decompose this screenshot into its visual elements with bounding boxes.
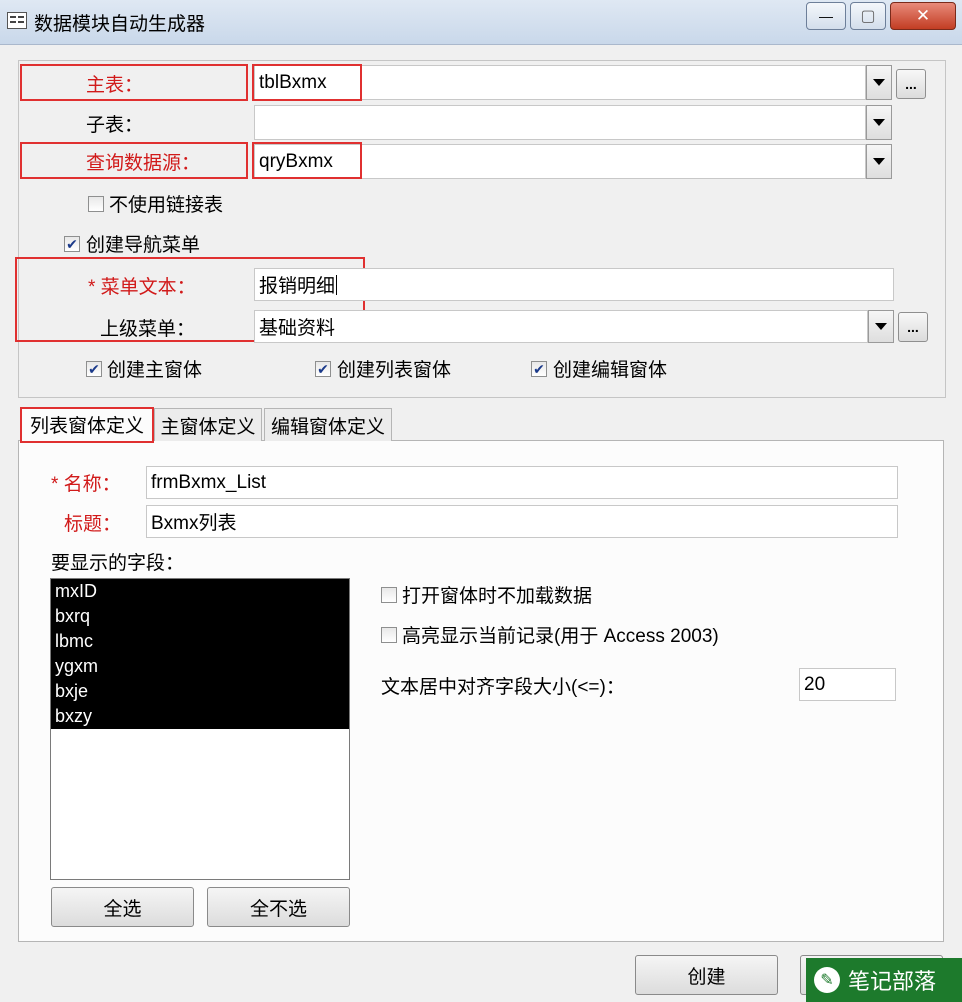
query-source-label: 查询数据源： (86, 153, 201, 174)
app-form-icon (7, 12, 27, 29)
create-main-form-checkbox[interactable]: ✔ (86, 361, 102, 377)
list-item[interactable]: mxID (51, 579, 349, 604)
no-load-data-label[interactable]: 打开窗体时不加载数据 (402, 581, 592, 608)
watermark-logo: ✎ 笔记部落 (806, 958, 962, 1002)
title-bar[interactable]: 数据模块自动生成器 — ▢ ✕ (0, 0, 962, 45)
sub-table-combo-input[interactable] (254, 105, 866, 140)
close-button[interactable]: ✕ (890, 2, 956, 30)
main-table-label: 主表： (86, 75, 144, 96)
form-name-value: frmBxmx_List (151, 471, 267, 493)
sub-table-label: 子表： (86, 115, 144, 136)
checkmark-icon: ✔ (88, 361, 100, 377)
tab-edit-form[interactable]: 编辑窗体定义 (264, 408, 392, 441)
menu-text-value: 报销明细 (259, 276, 336, 297)
select-all-label: 全选 (103, 898, 142, 920)
main-table-browse-button[interactable]: ... (896, 69, 926, 99)
center-align-size-input[interactable]: 20 (799, 668, 896, 701)
form-caption-input[interactable]: Bxmx列表 (146, 505, 898, 538)
parent-menu-label: 上级菜单： (100, 319, 196, 340)
list-item[interactable]: bxzy (51, 704, 349, 729)
chevron-down-icon (873, 79, 885, 86)
ellipsis-icon: ... (907, 319, 919, 335)
create-edit-form-label[interactable]: 创建编辑窗体 (553, 355, 667, 382)
fields-listbox[interactable]: mxID bxrq lbmc ygxm bxje bxzy (50, 578, 350, 880)
form-name-input[interactable]: frmBxmx_List (146, 466, 898, 499)
no-load-data-checkbox[interactable] (381, 587, 397, 603)
maximize-button[interactable]: ▢ (850, 2, 886, 30)
list-item[interactable]: bxje (51, 679, 349, 704)
tab-main-form[interactable]: 主窗体定义 (154, 408, 262, 441)
checkmark-icon: ✔ (66, 236, 78, 252)
create-button[interactable]: 创建 (635, 955, 778, 995)
parent-menu-value: 基础资料 (259, 318, 336, 339)
chevron-down-icon (875, 323, 887, 330)
no-link-table-checkbox[interactable] (88, 196, 104, 212)
create-list-form-checkbox[interactable]: ✔ (315, 361, 331, 377)
form-name-label: * 名称： (51, 474, 121, 495)
minimize-icon: — (819, 8, 833, 24)
tab-main-form-label: 主窗体定义 (160, 416, 256, 438)
create-button-label: 创建 (687, 966, 726, 988)
form-caption-value: Bxmx列表 (151, 513, 237, 534)
chevron-down-icon (873, 119, 885, 126)
tab-list-form-highlight (20, 407, 154, 443)
highlight-record-label[interactable]: 高亮显示当前记录(用于 Access 2003) (402, 621, 719, 648)
query-source-dropdown-button[interactable] (866, 144, 892, 179)
no-link-table-label[interactable]: 不使用链接表 (109, 190, 223, 217)
list-item[interactable]: lbmc (51, 629, 349, 654)
list-item[interactable]: ygxm (51, 654, 349, 679)
parent-menu-combo-input[interactable]: 基础资料 (254, 310, 868, 343)
pen-icon: ✎ (814, 967, 840, 993)
window-title: 数据模块自动生成器 (34, 14, 206, 35)
sub-table-dropdown-button[interactable] (866, 105, 892, 140)
fields-label: 要显示的字段： (51, 553, 185, 574)
close-icon: ✕ (915, 6, 931, 25)
list-item[interactable]: bxrq (51, 604, 349, 629)
menu-text-input[interactable]: 报销明细 (254, 268, 894, 301)
create-edit-form-checkbox[interactable]: ✔ (531, 361, 547, 377)
parent-menu-dropdown-button[interactable] (868, 310, 894, 343)
main-table-dropdown-button[interactable] (866, 65, 892, 100)
text-cursor (336, 274, 338, 295)
watermark-text: 笔记部落 (848, 969, 937, 994)
checkmark-icon: ✔ (317, 361, 329, 377)
parent-menu-browse-button[interactable]: ... (898, 312, 928, 342)
checkmark-icon: ✔ (533, 361, 545, 377)
tab-edit-form-label: 编辑窗体定义 (270, 416, 385, 438)
menu-text-label: * 菜单文本： (88, 277, 196, 298)
ellipsis-icon: ... (905, 76, 917, 92)
center-align-size-value: 20 (804, 673, 826, 695)
form-caption-label: 标题： (64, 514, 122, 535)
create-nav-menu-label[interactable]: 创建导航菜单 (86, 230, 200, 257)
select-all-button[interactable]: 全选 (51, 887, 194, 927)
create-nav-menu-checkbox[interactable]: ✔ (64, 236, 80, 252)
highlight-record-checkbox[interactable] (381, 627, 397, 643)
center-align-label: 文本居中对齐字段大小(<=)： (381, 677, 625, 698)
create-list-form-label[interactable]: 创建列表窗体 (337, 355, 451, 382)
create-main-form-label[interactable]: 创建主窗体 (107, 355, 202, 382)
select-none-label: 全不选 (249, 898, 307, 920)
query-value-highlight (252, 142, 362, 179)
maximize-icon: ▢ (860, 8, 876, 25)
main-table-value-highlight (252, 64, 362, 101)
minimize-button[interactable]: — (806, 2, 846, 30)
chevron-down-icon (873, 158, 885, 165)
select-none-button[interactable]: 全不选 (207, 887, 350, 927)
